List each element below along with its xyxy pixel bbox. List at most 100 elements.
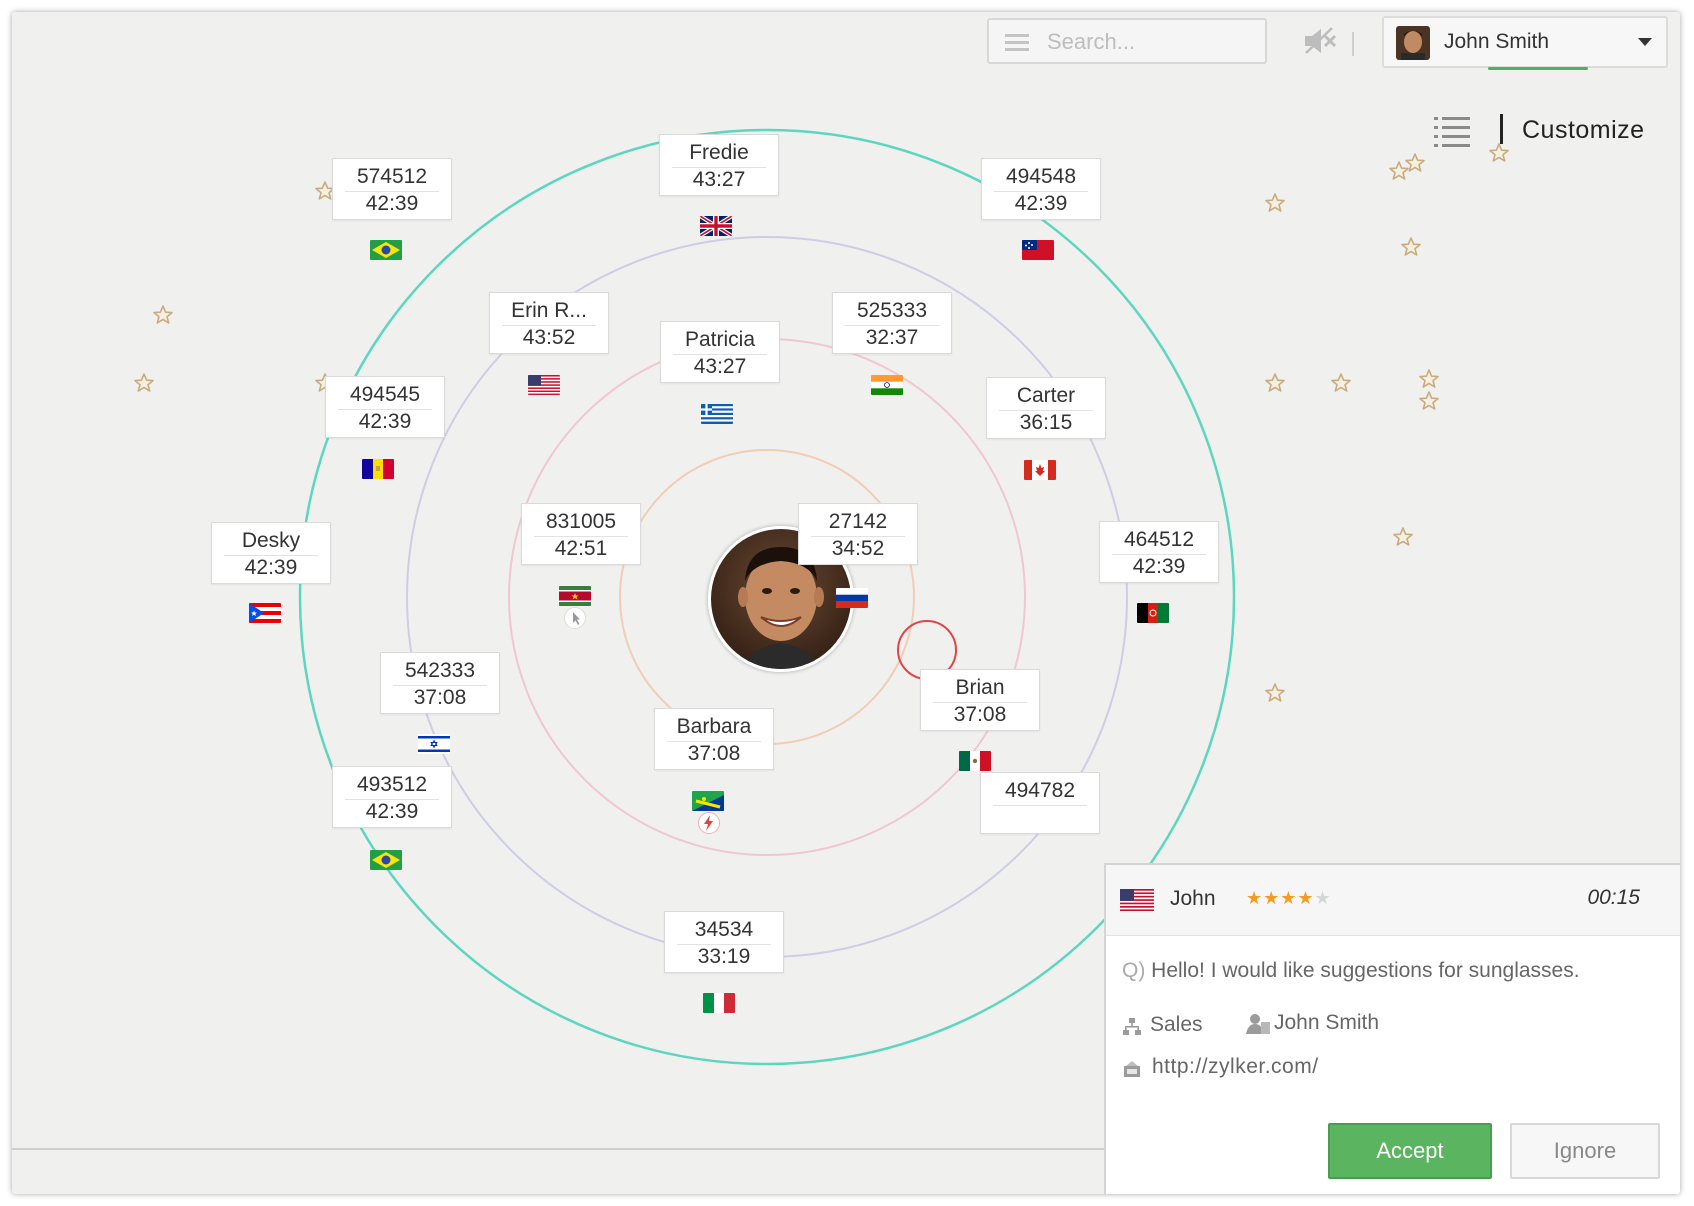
visitor-label[interactable]: 574512 42:39 <box>332 158 452 220</box>
visitor-id: 831005 <box>545 510 617 533</box>
visitor-label[interactable]: 525333 32:37 <box>832 292 952 354</box>
user-name: John Smith <box>1444 30 1550 53</box>
visitor-duration: 43:27 <box>692 168 746 191</box>
star-icon <box>1405 153 1425 172</box>
visitor-label[interactable]: 831005 42:51 <box>521 503 641 565</box>
customize-button[interactable]: Customize <box>1522 116 1645 145</box>
chat-agent-name: John Smith <box>1274 1011 1380 1034</box>
andorra-flag-icon[interactable] <box>356 453 400 487</box>
visitor-label[interactable]: 494548 42:39 <box>981 158 1101 220</box>
flag-image <box>1137 603 1169 623</box>
department-icon <box>1123 1018 1141 1035</box>
visitor-label[interactable]: 493512 42:39 <box>332 766 452 828</box>
brazil-flag-icon[interactable] <box>364 844 408 878</box>
flag-image <box>1022 240 1054 260</box>
samoa-flag-icon[interactable] <box>1016 234 1060 268</box>
russia-flag-icon[interactable] <box>830 582 874 616</box>
visitor-rating: ★★★★★ <box>1246 888 1332 909</box>
visitor-duration: 37:08 <box>953 703 1007 726</box>
flag-image <box>703 993 735 1013</box>
visitor-duration: 42:39 <box>365 192 419 215</box>
visitor-duration: 33:19 <box>697 945 751 968</box>
visitor-duration: 37:08 <box>687 742 741 765</box>
list-view-icon[interactable] <box>1434 114 1470 148</box>
visitor-duration: 42:39 <box>358 410 412 433</box>
ignore-button[interactable]: Ignore <box>1510 1123 1660 1179</box>
visitor-id: 525333 <box>856 299 928 322</box>
chat-department: Sales <box>1150 1013 1203 1036</box>
visitor-id: 542333 <box>404 659 476 682</box>
visitor-duration: 42:51 <box>554 537 608 560</box>
visitor-id: Fredie <box>689 141 749 164</box>
italy-flag-icon[interactable] <box>697 987 741 1021</box>
visitor-label[interactable]: Carter 36:15 <box>986 377 1106 439</box>
chat-visitor-name: John <box>1170 887 1216 910</box>
visitor-label[interactable]: Brian 37:08 <box>920 669 1040 731</box>
flag-image <box>959 751 991 771</box>
visitor-label[interactable]: 494545 42:39 <box>325 376 445 438</box>
visitor-duration: 42:39 <box>1014 192 1068 215</box>
visitor-label[interactable]: Barbara 37:08 <box>654 708 774 770</box>
search-box[interactable] <box>987 18 1267 64</box>
visitor-label[interactable]: Erin R... 43:52 <box>489 292 609 354</box>
star-icon <box>1265 683 1285 702</box>
uk-flag-icon[interactable] <box>694 210 738 244</box>
flag-image <box>871 375 903 395</box>
flag-image <box>418 734 450 754</box>
mute-icon[interactable] <box>1302 26 1338 56</box>
visitor-tracking-view: John Smith Customize 57451242:3 <box>12 12 1680 1194</box>
flag-image <box>700 216 732 236</box>
brazil-flag-icon[interactable] <box>364 234 408 268</box>
agent-icon <box>1246 1014 1270 1034</box>
india-flag-icon[interactable] <box>865 369 909 403</box>
israel-flag-icon[interactable] <box>412 728 456 762</box>
star-icon <box>1265 193 1285 212</box>
flag-image <box>370 850 402 870</box>
visitor-label[interactable]: 494782 <box>980 772 1100 834</box>
visitor-label[interactable]: 464512 42:39 <box>1099 521 1219 583</box>
visitor-id: Desky <box>241 529 301 552</box>
afghanistan-flag-icon[interactable] <box>1131 597 1175 631</box>
chat-visitor-url[interactable]: http://zylker.com/ <box>1152 1055 1319 1079</box>
visitor-id: 574512 <box>356 165 428 188</box>
accept-button[interactable]: Accept <box>1328 1123 1492 1179</box>
visitor-id: Carter <box>1016 384 1076 407</box>
usa-flag-icon[interactable] <box>522 369 566 403</box>
flag-image <box>370 240 402 260</box>
visitor-label[interactable]: 34534 33:19 <box>664 911 784 973</box>
chat-header: John ★★★★★ 00:15 <box>1106 865 1680 936</box>
star-icon <box>1265 373 1285 392</box>
question-prefix: Q) <box>1122 959 1146 982</box>
visitor-label[interactable]: 27142 34:52 <box>798 503 918 565</box>
visitor-label[interactable]: Fredie 43:27 <box>659 134 779 196</box>
rating-empty-star: ★ <box>1314 888 1332 908</box>
visitor-duration: 42:39 <box>365 800 419 823</box>
star-icon <box>1331 373 1351 392</box>
star-icon <box>1401 237 1421 256</box>
question-text: Hello! I would like suggestions for sung… <box>1151 959 1580 982</box>
visitor-label[interactable]: Desky 42:39 <box>211 522 331 584</box>
visitor-id: 494548 <box>1005 165 1077 188</box>
visitor-duration: 32:37 <box>865 326 919 349</box>
puerto-rico-flag-icon[interactable] <box>243 597 287 631</box>
chevron-down-icon[interactable] <box>1638 38 1652 46</box>
greece-flag-icon[interactable] <box>695 398 739 432</box>
visitor-id: 494782 <box>1004 779 1076 802</box>
visitor-label[interactable]: 542333 37:08 <box>380 652 500 714</box>
user-menu[interactable]: John Smith <box>1382 16 1668 70</box>
visitor-id: Patricia <box>684 328 756 351</box>
us-flag-icon <box>1120 889 1154 911</box>
visitor-duration: 43:52 <box>522 326 576 349</box>
flag-image <box>692 791 724 811</box>
online-status-indicator <box>1488 67 1588 70</box>
star-icon <box>1393 527 1413 546</box>
search-input[interactable] <box>1045 26 1249 58</box>
star-icon <box>153 305 173 324</box>
visitor-duration: 43:27 <box>693 355 747 378</box>
canada-flag-icon[interactable] <box>1018 454 1062 488</box>
visitor-label[interactable]: Patricia 43:27 <box>660 321 780 383</box>
visitor-id: Barbara <box>676 715 752 738</box>
webpage-icon <box>1124 1061 1140 1077</box>
visitor-id: 34534 <box>694 918 754 941</box>
flag-image <box>836 588 868 608</box>
